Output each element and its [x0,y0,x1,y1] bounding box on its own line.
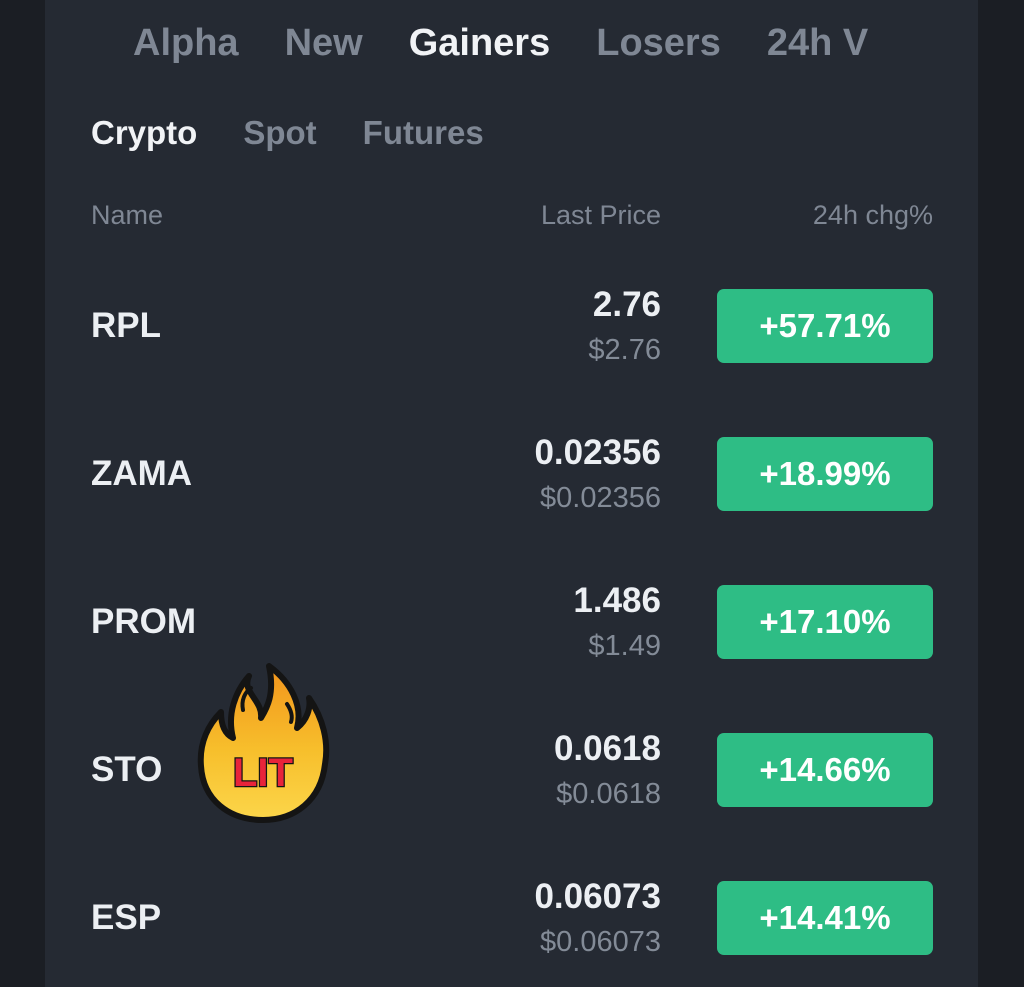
tab-gainers[interactable]: Gainers [409,18,551,70]
row-usd-price: $0.0618 [556,778,661,810]
tab-losers[interactable]: Losers [596,18,721,70]
market-row-prom[interactable]: PROM 1.486 $1.49 +17.10% [45,548,978,696]
market-row-esp[interactable]: ESP 0.06073 $0.06073 +14.41% [45,844,978,987]
market-panel: Alpha New Gainers Losers 24h V Crypto Sp… [45,0,978,987]
row-usd-price: $2.76 [588,334,661,366]
row-price: 1.486 $1.49 [573,579,661,665]
sticker-text: LIT [233,751,293,795]
row-last-price: 0.02356 [534,433,661,472]
tab-alpha[interactable]: Alpha [133,18,239,70]
market-type-tabs: Crypto Spot Futures [91,112,484,154]
column-header-last-price[interactable]: Last Price [541,198,661,232]
column-header-24h-change[interactable]: 24h chg% [813,198,933,232]
row-last-price: 1.486 [573,581,661,620]
market-row-rpl[interactable]: RPL 2.76 $2.76 +57.71% [45,252,978,400]
row-change-badge[interactable]: +14.66% [717,733,933,807]
row-last-price: 2.76 [592,285,661,324]
row-change-badge[interactable]: +17.10% [717,585,933,659]
market-row-zama[interactable]: ZAMA 0.02356 $0.02356 +18.99% [45,400,978,548]
row-price: 2.76 $2.76 [588,283,661,369]
tab-crypto[interactable]: Crypto [91,112,197,154]
row-usd-price: $0.02356 [540,482,661,514]
tab-futures[interactable]: Futures [363,112,484,154]
row-price: 0.06073 $0.06073 [534,875,661,961]
row-usd-price: $1.49 [588,630,661,662]
tab-new[interactable]: New [285,18,363,70]
column-header-name[interactable]: Name [91,198,163,232]
row-price: 0.02356 $0.02356 [534,431,661,517]
row-last-price: 0.06073 [534,877,661,916]
fire-icon: LIT [197,663,330,823]
row-change-badge[interactable]: +18.99% [717,437,933,511]
row-last-price: 0.0618 [553,729,661,768]
row-symbol: ESP [91,898,162,937]
market-row-sto[interactable]: STO 0.0618 $0.0618 +14.66% [45,696,978,844]
row-symbol: PROM [91,602,196,641]
row-price: 0.0618 $0.0618 [554,727,661,813]
market-category-tabs: Alpha New Gainers Losers 24h V [133,18,933,70]
row-change-badge[interactable]: +14.41% [717,881,933,955]
tab-24h-volume[interactable]: 24h V [767,18,868,70]
row-usd-price: $0.06073 [540,926,661,958]
row-symbol: ZAMA [91,454,193,493]
row-symbol: STO [91,750,163,789]
tab-spot[interactable]: Spot [243,112,316,154]
row-change-badge[interactable]: +57.71% [717,289,933,363]
row-symbol: RPL [91,306,161,345]
